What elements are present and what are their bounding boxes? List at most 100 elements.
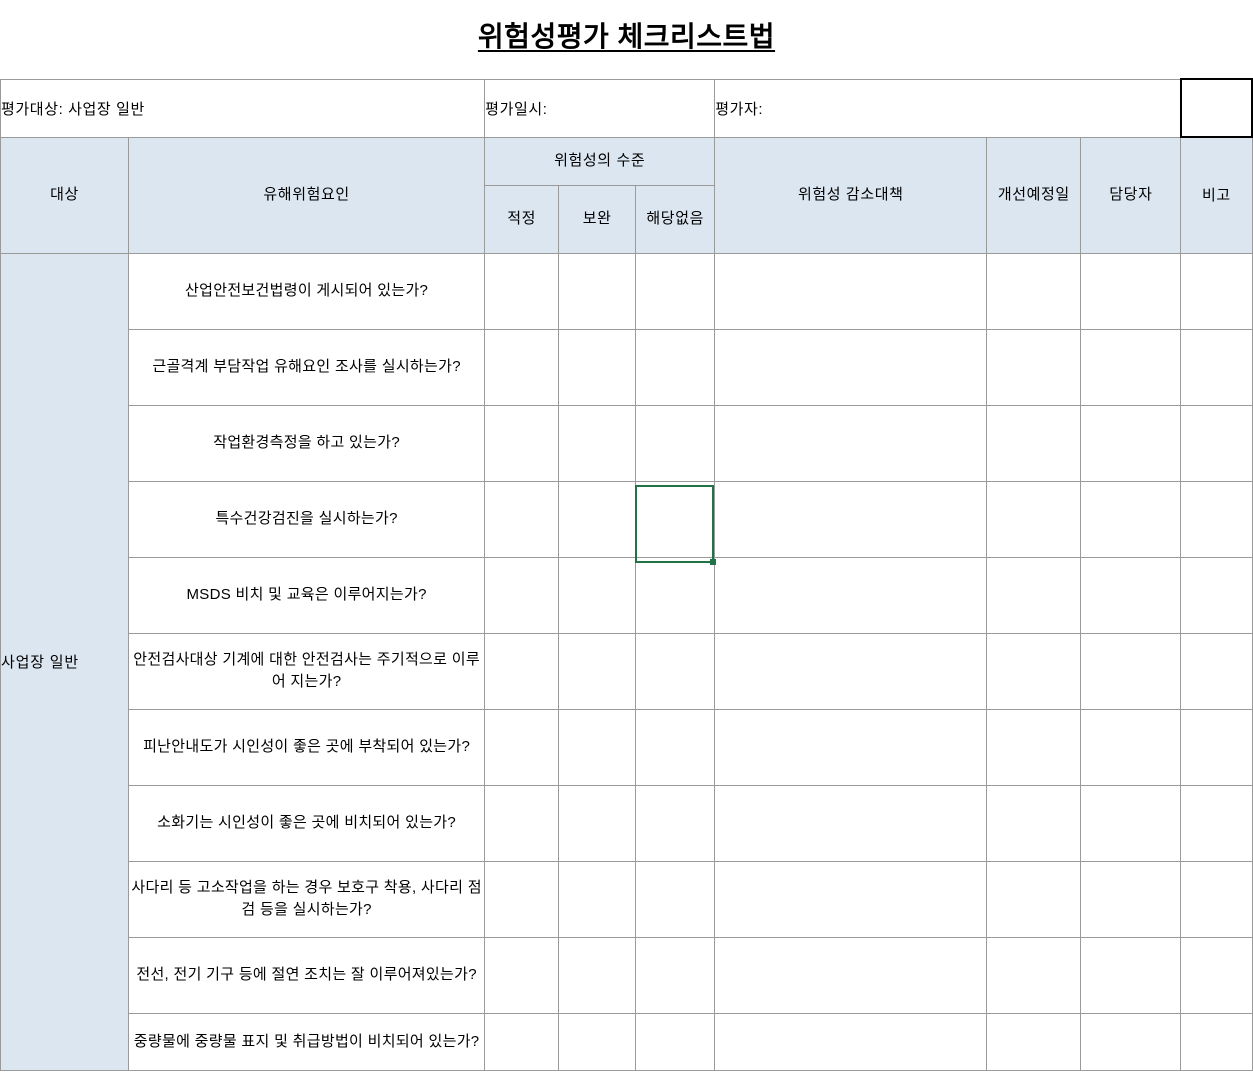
cell-risk-not-applicable[interactable] xyxy=(635,1012,716,1071)
hazard-cell[interactable]: 소화기는 시인성이 좋은 곳에 비치되어 있는가? xyxy=(128,784,486,862)
assessor-cell[interactable]: 평가자: xyxy=(714,78,1182,138)
cell-risk-not-applicable[interactable] xyxy=(635,556,716,634)
cell-owner[interactable] xyxy=(1080,404,1182,482)
cell-due-date[interactable] xyxy=(986,328,1082,406)
cell-owner[interactable] xyxy=(1080,480,1182,558)
assessment-date-cell[interactable]: 평가일시: xyxy=(484,78,716,138)
table-row: 근골격계 부담작업 유해요인 조사를 실시하는가? xyxy=(1,328,1253,406)
cell-owner[interactable] xyxy=(1080,252,1182,330)
hazard-cell[interactable]: 전선, 전기 기구 등에 절연 조치는 잘 이루어져있는가? xyxy=(128,936,486,1014)
info-row: 평가대상: 사업장 일반 평가일시: 평가자: xyxy=(0,78,1253,138)
cell-owner[interactable] xyxy=(1080,1012,1182,1071)
cell-remarks[interactable] xyxy=(1180,784,1253,862)
cell-owner[interactable] xyxy=(1080,784,1182,862)
cell-due-date[interactable] xyxy=(986,480,1082,558)
cell-due-date[interactable] xyxy=(986,252,1082,330)
hazard-cell[interactable]: 산업안전보건법령이 게시되어 있는가? xyxy=(128,252,486,330)
cell-countermeasure[interactable] xyxy=(714,860,988,938)
cell-due-date[interactable] xyxy=(986,1012,1082,1071)
cell-countermeasure[interactable] xyxy=(714,556,988,634)
cell-risk-adequate[interactable] xyxy=(484,936,560,1014)
cell-due-date[interactable] xyxy=(986,784,1082,862)
cell-countermeasure[interactable] xyxy=(714,480,988,558)
cell-risk-supplement[interactable] xyxy=(558,252,637,330)
cell-risk-supplement[interactable] xyxy=(558,404,637,482)
cell-countermeasure[interactable] xyxy=(714,328,988,406)
cell-due-date[interactable] xyxy=(986,556,1082,634)
cell-countermeasure[interactable] xyxy=(714,936,988,1014)
cell-remarks[interactable] xyxy=(1180,480,1253,558)
cell-owner[interactable] xyxy=(1080,632,1182,710)
cell-risk-supplement[interactable] xyxy=(558,784,637,862)
cell-due-date[interactable] xyxy=(986,936,1082,1014)
cell-remarks[interactable] xyxy=(1180,556,1253,634)
cell-due-date[interactable] xyxy=(986,860,1082,938)
cell-risk-supplement[interactable] xyxy=(558,1012,637,1071)
hazard-cell[interactable]: 중량물에 중량물 표지 및 취급방법이 비치되어 있는가? xyxy=(128,1012,486,1071)
cell-risk-adequate[interactable] xyxy=(484,632,560,710)
cell-remarks[interactable] xyxy=(1180,860,1253,938)
table-header: 대상 유해위험요인 위험성의 수준 위험성 감소대책 개선예정일 담당자 비고 … xyxy=(0,136,1253,254)
cell-risk-not-applicable[interactable] xyxy=(635,784,716,862)
cell-risk-not-applicable[interactable] xyxy=(635,860,716,938)
cell-owner[interactable] xyxy=(1080,860,1182,938)
cell-risk-adequate[interactable] xyxy=(484,404,560,482)
cell-risk-adequate[interactable] xyxy=(484,860,560,938)
cell-risk-adequate[interactable] xyxy=(484,708,560,786)
object-cell[interactable]: 사업장 일반 xyxy=(0,252,130,1071)
cell-risk-supplement[interactable] xyxy=(558,860,637,938)
cell-risk-adequate[interactable] xyxy=(484,252,560,330)
hazard-cell[interactable]: MSDS 비치 및 교육은 이루어지는가? xyxy=(128,556,486,634)
hazard-cell[interactable]: 피난안내도가 시인성이 좋은 곳에 부착되어 있는가? xyxy=(128,708,486,786)
cell-due-date[interactable] xyxy=(986,404,1082,482)
cell-owner[interactable] xyxy=(1080,556,1182,634)
assessment-target-cell[interactable]: 평가대상: 사업장 일반 xyxy=(0,78,486,138)
cell-risk-adequate[interactable] xyxy=(484,328,560,406)
header-object: 대상 xyxy=(0,136,130,254)
cell-countermeasure[interactable] xyxy=(714,708,988,786)
cell-risk-supplement[interactable] xyxy=(558,936,637,1014)
cell-countermeasure[interactable] xyxy=(714,632,988,710)
cell-remarks[interactable] xyxy=(1180,328,1253,406)
cell-owner[interactable] xyxy=(1080,936,1182,1014)
info-extra-box[interactable] xyxy=(1179,78,1253,138)
cell-risk-supplement[interactable] xyxy=(558,328,637,406)
hazard-cell[interactable]: 작업환경측정을 하고 있는가? xyxy=(128,404,486,482)
cell-risk-not-applicable[interactable] xyxy=(635,708,716,786)
cell-risk-not-applicable[interactable] xyxy=(635,632,716,710)
cell-risk-not-applicable[interactable] xyxy=(635,936,716,1014)
hazard-cell[interactable]: 안전검사대상 기계에 대한 안전검사는 주기적으로 이루어 지는가? xyxy=(128,632,486,710)
hazard-cell[interactable]: 사다리 등 고소작업을 하는 경우 보호구 착용, 사다리 점검 등을 실시하는… xyxy=(128,860,486,938)
cell-risk-not-applicable[interactable] xyxy=(635,252,716,330)
header-hazard: 유해위험요인 xyxy=(128,136,486,254)
cell-risk-adequate[interactable] xyxy=(484,556,560,634)
cell-risk-supplement[interactable] xyxy=(558,632,637,710)
cell-risk-not-applicable[interactable] xyxy=(635,404,716,482)
cell-due-date[interactable] xyxy=(986,708,1082,786)
cell-risk-adequate[interactable] xyxy=(484,784,560,862)
hazard-cell[interactable]: 특수건강검진을 실시하는가? xyxy=(128,480,486,558)
cell-risk-not-applicable[interactable] xyxy=(635,328,716,406)
cell-countermeasure[interactable] xyxy=(714,1012,988,1071)
cell-risk-supplement[interactable] xyxy=(558,708,637,786)
header-risk-level-group: 위험성의 수준 xyxy=(484,136,716,186)
cell-remarks[interactable] xyxy=(1180,936,1253,1014)
cell-countermeasure[interactable] xyxy=(714,784,988,862)
cell-owner[interactable] xyxy=(1080,328,1182,406)
cell-remarks[interactable] xyxy=(1180,252,1253,330)
cell-countermeasure[interactable] xyxy=(714,404,988,482)
cell-countermeasure[interactable] xyxy=(714,252,988,330)
cell-due-date[interactable] xyxy=(986,632,1082,710)
cell-risk-adequate[interactable] xyxy=(484,480,560,558)
cell-remarks[interactable] xyxy=(1180,404,1253,482)
cell-risk-supplement[interactable] xyxy=(558,480,637,558)
header-due-date: 개선예정일 xyxy=(986,136,1082,254)
cell-remarks[interactable] xyxy=(1180,708,1253,786)
cell-risk-adequate[interactable] xyxy=(484,1012,560,1071)
cell-remarks[interactable] xyxy=(1180,632,1253,710)
cell-remarks[interactable] xyxy=(1180,1012,1253,1071)
cell-risk-not-applicable[interactable] xyxy=(635,480,716,558)
hazard-cell[interactable]: 근골격계 부담작업 유해요인 조사를 실시하는가? xyxy=(128,328,486,406)
cell-risk-supplement[interactable] xyxy=(558,556,637,634)
cell-owner[interactable] xyxy=(1080,708,1182,786)
